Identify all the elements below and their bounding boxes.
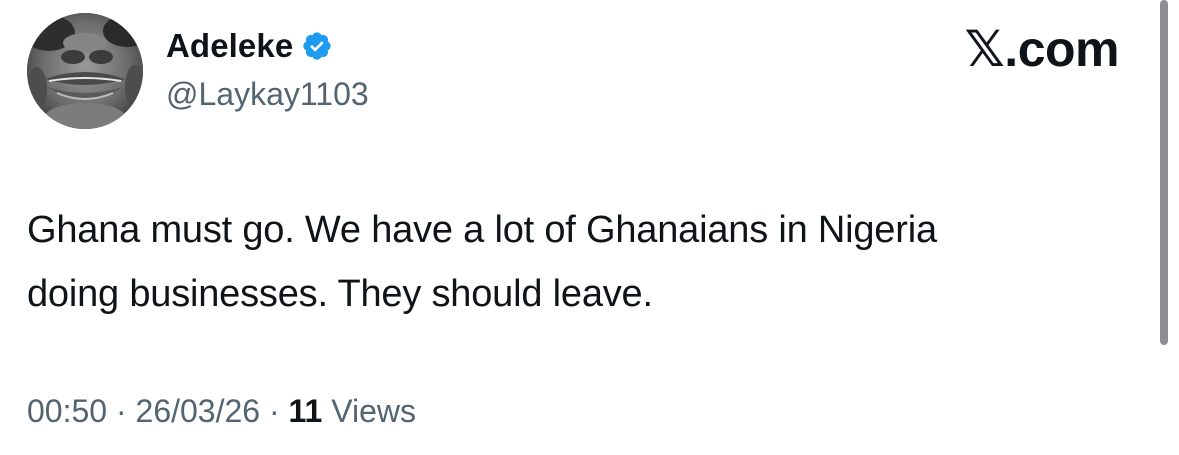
scrollbar[interactable] (1160, 0, 1168, 345)
tweet-text-line: Ghana must go. We have a lot of Ghanaian… (27, 209, 937, 251)
author-handle[interactable]: @Laykay1103 (166, 76, 369, 113)
tweet-meta: 00:50 · 26/03/26 · 11 Views (27, 393, 416, 430)
meta-separator: · (260, 393, 289, 429)
x-com-brand: 𝕏.com (964, 21, 1120, 77)
avatar-image (27, 13, 143, 129)
author-display-name[interactable]: Adeleke (166, 27, 293, 65)
tweet-text: Ghana must go. We have a lot of Ghanaian… (27, 198, 1127, 326)
meta-separator: · (107, 393, 136, 429)
verified-badge-icon (301, 30, 333, 62)
views-count: 11 (288, 393, 323, 429)
tweet-date[interactable]: 26/03/26 (136, 393, 261, 429)
views-label: Views (322, 393, 417, 429)
author-name-row: Adeleke (166, 24, 333, 68)
tweet-text-line: doing businesses. They should leave. (27, 273, 653, 315)
tweet-time[interactable]: 00:50 (27, 393, 107, 429)
avatar[interactable] (27, 13, 143, 129)
tweet-card: Adeleke @Laykay1103 𝕏.com Ghana must go.… (0, 0, 1179, 455)
